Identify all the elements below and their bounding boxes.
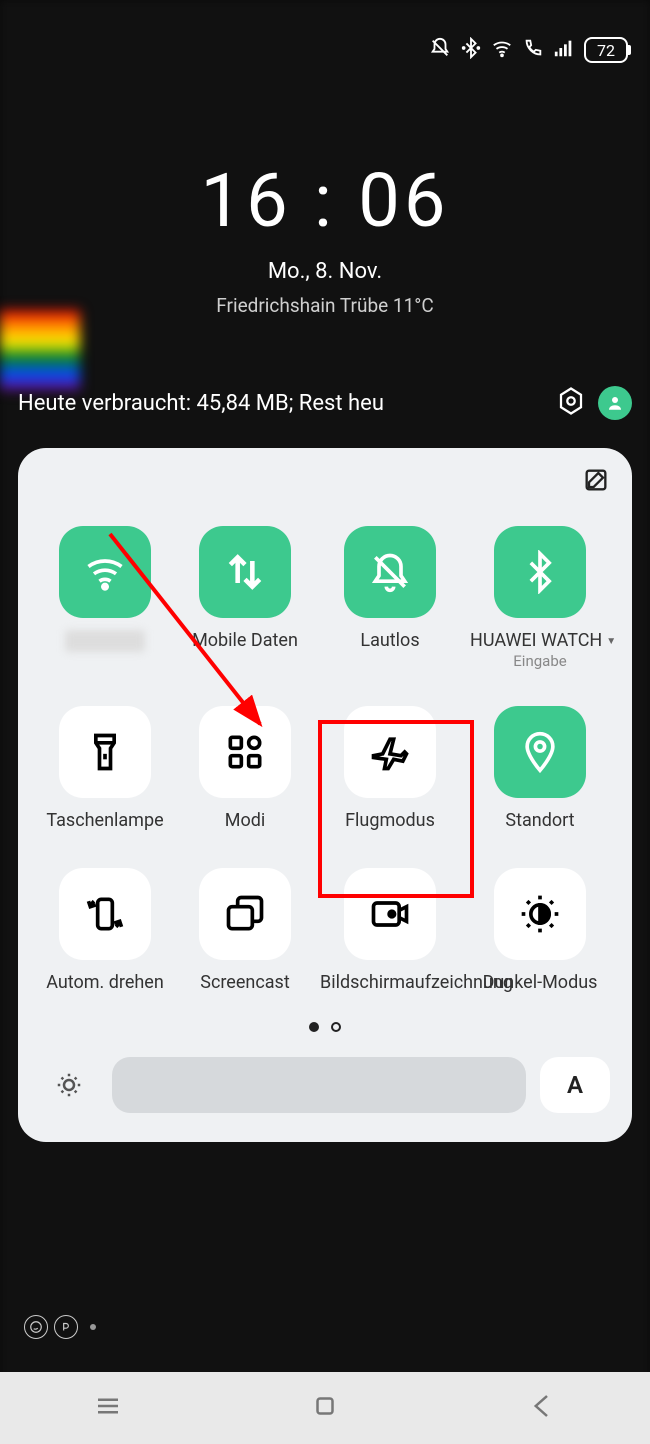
wifi-toggle-button[interactable] <box>59 526 151 618</box>
dark-mode-label: Dunkel-Modus <box>483 972 598 994</box>
mobile-data-toggle-button[interactable] <box>199 526 291 618</box>
clock-time: 16 : 06 <box>0 158 650 245</box>
data-usage-text: Heute verbraucht: 45,84 MB; Rest heu <box>18 391 544 416</box>
brightness-low-icon <box>40 1056 98 1114</box>
screencast-tile[interactable]: Screencast <box>180 868 310 994</box>
location-toggle-button[interactable] <box>494 706 586 798</box>
dark-mode-toggle-button[interactable] <box>494 868 586 960</box>
brightness-auto-button[interactable]: A <box>540 1057 610 1113</box>
modes-label: Modi <box>225 810 266 832</box>
weather-info[interactable]: Friedrichshain Trübe 11°C <box>0 294 650 317</box>
quick-settings-panel: Mobile Daten Lautlos HUAWEI WATCH Eingab… <box>18 448 632 1142</box>
clock-area: 16 : 06 Mo., 8. Nov. Friedrichshain Trüb… <box>0 158 650 317</box>
screen-record-tile[interactable]: Bildschirmaufzeichnung <box>320 868 460 994</box>
mute-tile[interactable]: Lautlos <box>320 526 460 670</box>
page-indicator <box>40 1022 610 1032</box>
flashlight-tile[interactable]: Taschenlampe <box>40 706 170 832</box>
status-bar: 72 <box>0 0 650 100</box>
bluetooth-tile[interactable]: HUAWEI WATCH Eingabe <box>470 526 610 670</box>
page-dot-2 <box>331 1022 341 1032</box>
wifi-tile[interactable] <box>40 526 170 670</box>
auto-rotate-label: Autom. drehen <box>46 972 164 994</box>
location-tile[interactable]: Standort <box>470 706 610 832</box>
mobile-data-tile[interactable]: Mobile Daten <box>180 526 310 670</box>
nav-recents-button[interactable] <box>93 1391 123 1425</box>
clock-date: Mo., 8. Nov. <box>0 259 650 284</box>
auto-rotate-toggle-button[interactable] <box>59 868 151 960</box>
wifi-label <box>65 630 145 652</box>
mobile-data-label: Mobile Daten <box>192 630 298 652</box>
screencast-label: Screencast <box>200 972 289 994</box>
tiles-grid: Mobile Daten Lautlos HUAWEI WATCH Eingab… <box>40 526 610 994</box>
screen-record-toggle-button[interactable] <box>344 868 436 960</box>
edit-tiles-button[interactable] <box>582 466 610 498</box>
mute-toggle-button[interactable] <box>344 526 436 618</box>
wifi-icon <box>491 37 513 63</box>
mute-icon <box>429 37 451 63</box>
flashlight-toggle-button[interactable] <box>59 706 151 798</box>
navigation-bar <box>0 1372 650 1444</box>
whatsapp-bubble-icon[interactable] <box>24 1315 48 1339</box>
airplane-mode-label: Flugmodus <box>345 810 435 832</box>
flashlight-label: Taschenlampe <box>46 810 163 832</box>
volte-icon <box>522 37 544 63</box>
dark-mode-tile[interactable]: Dunkel-Modus <box>470 868 610 994</box>
page-dot-1 <box>309 1022 319 1032</box>
mute-label: Lautlos <box>360 630 419 652</box>
modes-toggle-button[interactable] <box>199 706 291 798</box>
app-bubble-icon[interactable] <box>54 1315 78 1339</box>
auto-rotate-tile[interactable]: Autom. drehen <box>40 868 170 994</box>
signal-icon <box>553 37 575 63</box>
airplane-mode-tile[interactable]: Flugmodus <box>320 706 460 832</box>
notification-bubbles[interactable] <box>24 1315 96 1339</box>
screencast-toggle-button[interactable] <box>199 868 291 960</box>
bluetooth-label: HUAWEI WATCH <box>470 630 610 652</box>
airplane-mode-toggle-button[interactable] <box>344 706 436 798</box>
more-bubble-icon <box>90 1324 96 1330</box>
nav-back-button[interactable] <box>527 1391 557 1425</box>
bluetooth-sublabel: Eingabe <box>513 652 566 670</box>
modes-tile[interactable]: Modi <box>180 706 310 832</box>
brightness-row: A <box>40 1056 610 1114</box>
brightness-slider[interactable] <box>112 1057 526 1113</box>
screen-record-label: Bildschirmaufzeichnung <box>320 972 460 994</box>
profile-avatar[interactable] <box>598 386 632 420</box>
bluetooth-toggle-button[interactable] <box>494 526 586 618</box>
nav-home-button[interactable] <box>310 1391 340 1425</box>
battery-indicator: 72 <box>584 37 628 63</box>
settings-hex-icon[interactable] <box>556 386 586 420</box>
location-label: Standort <box>505 810 574 832</box>
bluetooth-icon <box>460 37 482 63</box>
data-usage-row[interactable]: Heute verbraucht: 45,84 MB; Rest heu <box>18 386 632 420</box>
rainbow-flag-blur <box>0 310 80 390</box>
